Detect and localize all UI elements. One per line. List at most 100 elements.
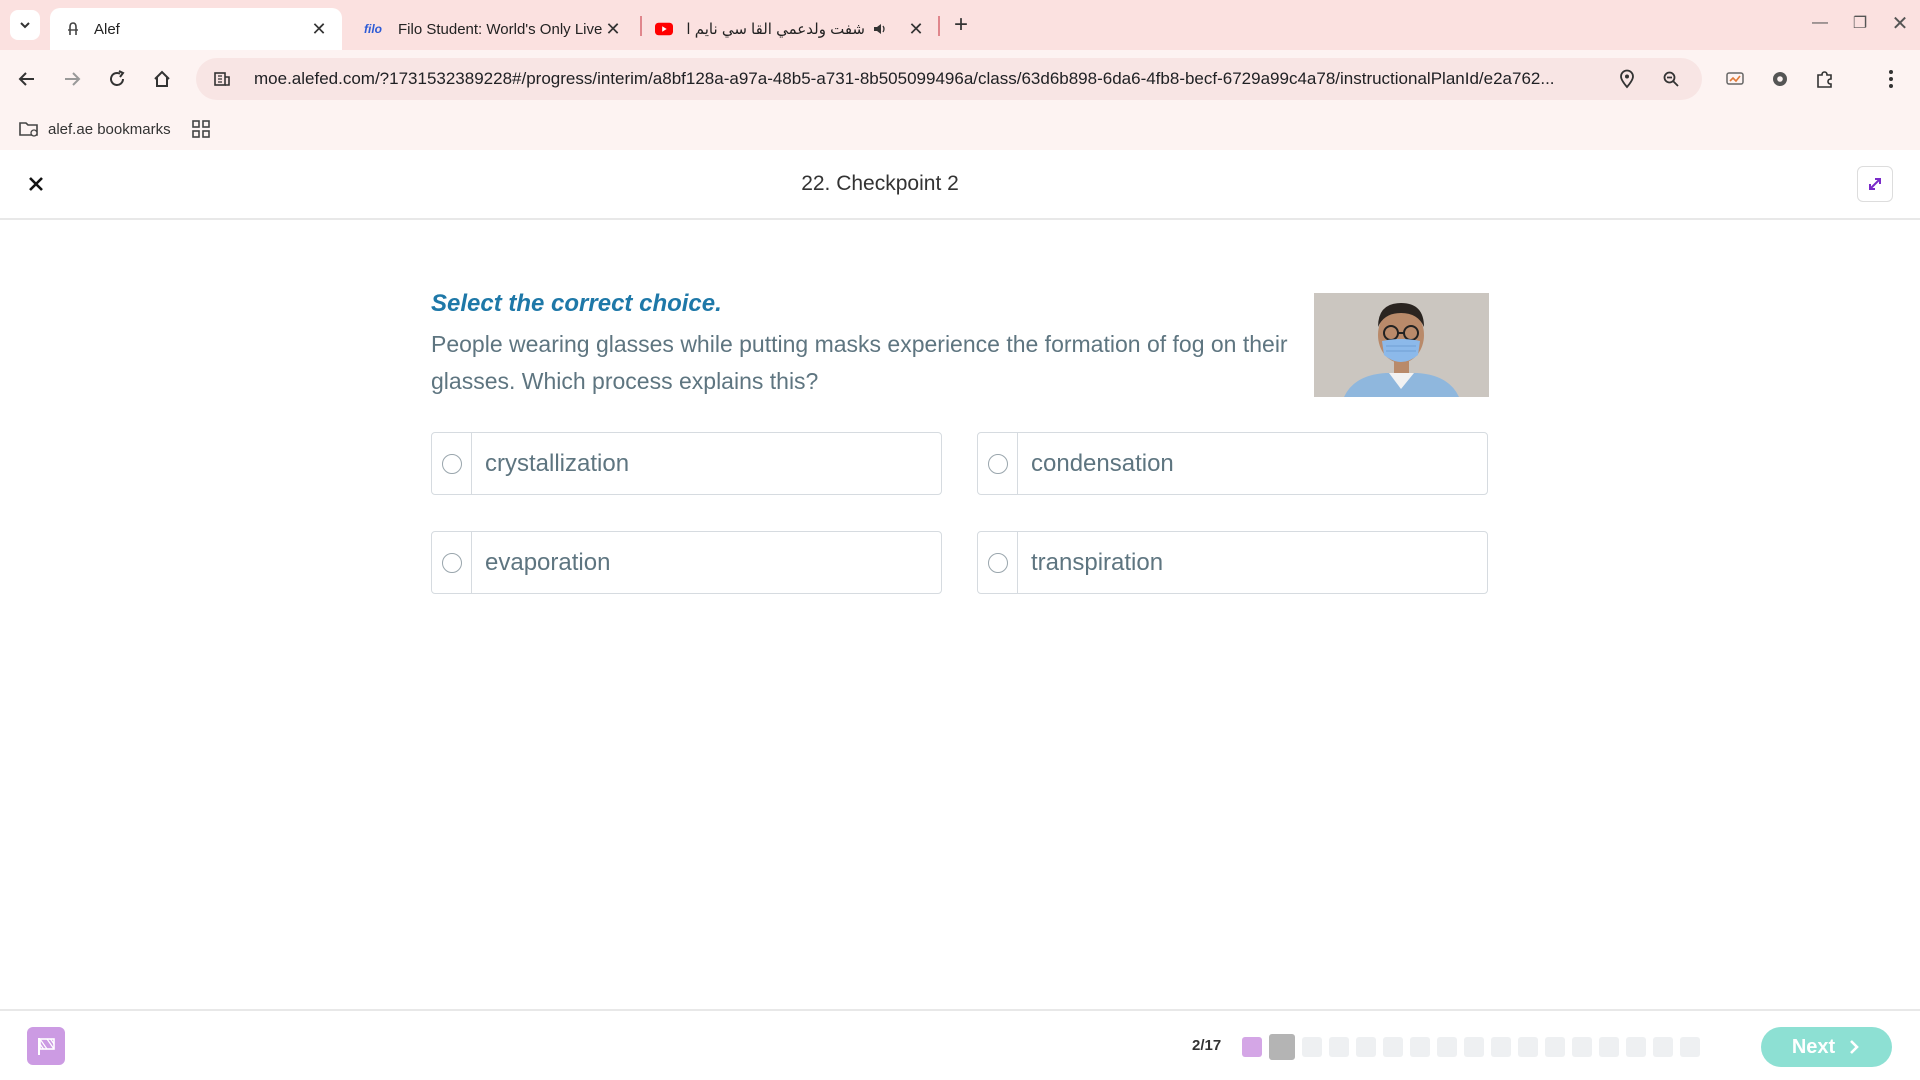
answer-option-transpiration[interactable]: transpiration bbox=[977, 531, 1488, 594]
radio-cell bbox=[432, 433, 472, 494]
tab-title: شفت ولدعمي القا سي نايم الا bbox=[685, 21, 865, 38]
progress-dot[interactable] bbox=[1491, 1037, 1511, 1057]
tab-separator bbox=[938, 16, 940, 36]
home-button[interactable] bbox=[145, 62, 179, 96]
tab-title: Alef bbox=[94, 20, 120, 38]
page-title: 22. Checkpoint 2 bbox=[801, 172, 959, 195]
progress-dot[interactable] bbox=[1545, 1037, 1565, 1057]
answer-label: condensation bbox=[1031, 449, 1174, 477]
site-info-icon[interactable] bbox=[212, 69, 232, 89]
tab-search-button[interactable] bbox=[10, 10, 40, 40]
next-button[interactable]: Next bbox=[1761, 1027, 1892, 1067]
expand-icon bbox=[1869, 178, 1881, 190]
zoom-icon[interactable] bbox=[1656, 64, 1686, 94]
chevron-down-icon bbox=[20, 22, 30, 29]
radio-cell bbox=[978, 433, 1018, 494]
progress-dot[interactable] bbox=[1599, 1037, 1619, 1057]
answer-label: transpiration bbox=[1031, 548, 1164, 576]
progress-counter: 2/17 bbox=[1192, 1037, 1222, 1054]
progress-dot[interactable] bbox=[1242, 1037, 1262, 1057]
tab-youtube[interactable]: شفت ولدعمي القا سي نايم الا ✕ bbox=[645, 8, 935, 50]
question-text: People wearing glasses while putting mas… bbox=[431, 331, 1288, 394]
answer-option-condensation[interactable]: condensation bbox=[977, 432, 1488, 495]
more-vertical-icon bbox=[1889, 70, 1893, 88]
home-icon bbox=[154, 70, 170, 87]
progress-dot[interactable] bbox=[1410, 1037, 1430, 1057]
next-label: Next bbox=[1791, 1035, 1836, 1058]
fullscreen-button[interactable] bbox=[1857, 166, 1893, 202]
cast-icon bbox=[1726, 72, 1744, 85]
progress-dot[interactable] bbox=[1518, 1037, 1538, 1057]
close-tab-icon[interactable]: ✕ bbox=[907, 19, 925, 39]
puzzle-icon bbox=[1817, 71, 1832, 88]
new-tab-button[interactable]: + bbox=[948, 11, 974, 38]
close-window-icon[interactable]: ✕ bbox=[1880, 0, 1920, 46]
progress-dot[interactable] bbox=[1356, 1037, 1376, 1057]
window-controls: — ❐ ✕ bbox=[1800, 0, 1920, 46]
grid-icon bbox=[192, 120, 210, 138]
question-image bbox=[1314, 293, 1489, 397]
tab-filo[interactable]: filo Filo Student: World's Only Live I ✕ bbox=[350, 8, 632, 50]
restore-icon[interactable]: ❐ bbox=[1840, 0, 1880, 46]
radio-button[interactable] bbox=[441, 453, 462, 474]
progress-dot[interactable] bbox=[1464, 1037, 1484, 1057]
forward-button[interactable] bbox=[55, 62, 89, 96]
back-button[interactable] bbox=[10, 62, 44, 96]
browser-tabstrip: Alef ✕ filo Filo Student: World's Only L… bbox=[0, 0, 1920, 50]
extension-button[interactable] bbox=[1763, 62, 1797, 96]
progress-dot[interactable] bbox=[1680, 1037, 1700, 1057]
answer-option-crystallization[interactable]: crystallization bbox=[431, 432, 942, 495]
bookmark-folder-label: alef.ae bookmarks bbox=[48, 120, 171, 138]
browser-menu-button[interactable] bbox=[1874, 62, 1908, 96]
tab-alef[interactable]: Alef ✕ bbox=[50, 8, 342, 50]
location-pin-icon[interactable] bbox=[1612, 64, 1642, 94]
youtube-icon bbox=[655, 20, 673, 38]
filo-icon: filo bbox=[364, 22, 382, 36]
extensions-menu-button[interactable] bbox=[1808, 62, 1842, 96]
progress-dot[interactable] bbox=[1302, 1037, 1322, 1057]
reload-icon bbox=[110, 70, 125, 86]
progress-dot[interactable] bbox=[1572, 1037, 1592, 1057]
progress-dots bbox=[1242, 1034, 1707, 1060]
lesson-header: 22. Checkpoint 2 bbox=[0, 150, 1920, 220]
radio-cell bbox=[432, 532, 472, 593]
chevron-right-icon bbox=[1850, 1040, 1860, 1054]
browser-toolbar: moe.alefed.com/?1731532389228#/progress/… bbox=[0, 50, 1920, 108]
flag-button[interactable] bbox=[27, 1027, 65, 1065]
managed-folder-icon bbox=[19, 122, 38, 137]
bookmarks-bar: alef.ae bookmarks bbox=[0, 108, 1920, 150]
tab-title: Filo Student: World's Only Live I bbox=[398, 20, 604, 38]
progress-dot[interactable] bbox=[1437, 1037, 1457, 1057]
answer-label: evaporation bbox=[485, 548, 611, 576]
close-tab-icon[interactable]: ✕ bbox=[604, 19, 622, 39]
progress-dot[interactable] bbox=[1383, 1037, 1403, 1057]
reload-button[interactable] bbox=[100, 62, 134, 96]
tab-separator bbox=[640, 16, 642, 36]
lesson-page: 22. Checkpoint 2 Select the correct choi… bbox=[0, 150, 1920, 1080]
question-block: Select the correct choice. People wearin… bbox=[431, 290, 1489, 400]
speaker-icon[interactable] bbox=[871, 20, 889, 38]
answer-option-evaporation[interactable]: evaporation bbox=[431, 531, 942, 594]
extension-gear-icon bbox=[1773, 72, 1787, 86]
radio-button[interactable] bbox=[987, 552, 1008, 573]
progress-dot[interactable] bbox=[1329, 1037, 1349, 1057]
radio-button[interactable] bbox=[987, 453, 1008, 474]
progress-dot[interactable] bbox=[1653, 1037, 1673, 1057]
flag-icon bbox=[38, 1038, 55, 1055]
radio-button[interactable] bbox=[441, 552, 462, 573]
alef-icon bbox=[64, 20, 82, 38]
minimize-icon[interactable]: — bbox=[1800, 0, 1840, 46]
progress-dot[interactable] bbox=[1626, 1037, 1646, 1057]
radio-cell bbox=[978, 532, 1018, 593]
bookmark-folder[interactable]: alef.ae bookmarks bbox=[18, 116, 171, 142]
lesson-footer: 2/17 Next bbox=[0, 1009, 1920, 1080]
arrow-left-icon bbox=[18, 72, 34, 86]
answer-label: crystallization bbox=[485, 449, 630, 477]
progress-dot[interactable] bbox=[1269, 1034, 1295, 1060]
url-text: moe.alefed.com/?1731532389228#/progress/… bbox=[254, 69, 1555, 88]
cast-extension-button[interactable] bbox=[1718, 62, 1752, 96]
apps-shortcut[interactable] bbox=[192, 116, 210, 142]
address-bar[interactable]: moe.alefed.com/?1731532389228#/progress/… bbox=[196, 58, 1702, 100]
arrow-right-icon bbox=[65, 72, 81, 86]
close-tab-icon[interactable]: ✕ bbox=[310, 19, 328, 39]
